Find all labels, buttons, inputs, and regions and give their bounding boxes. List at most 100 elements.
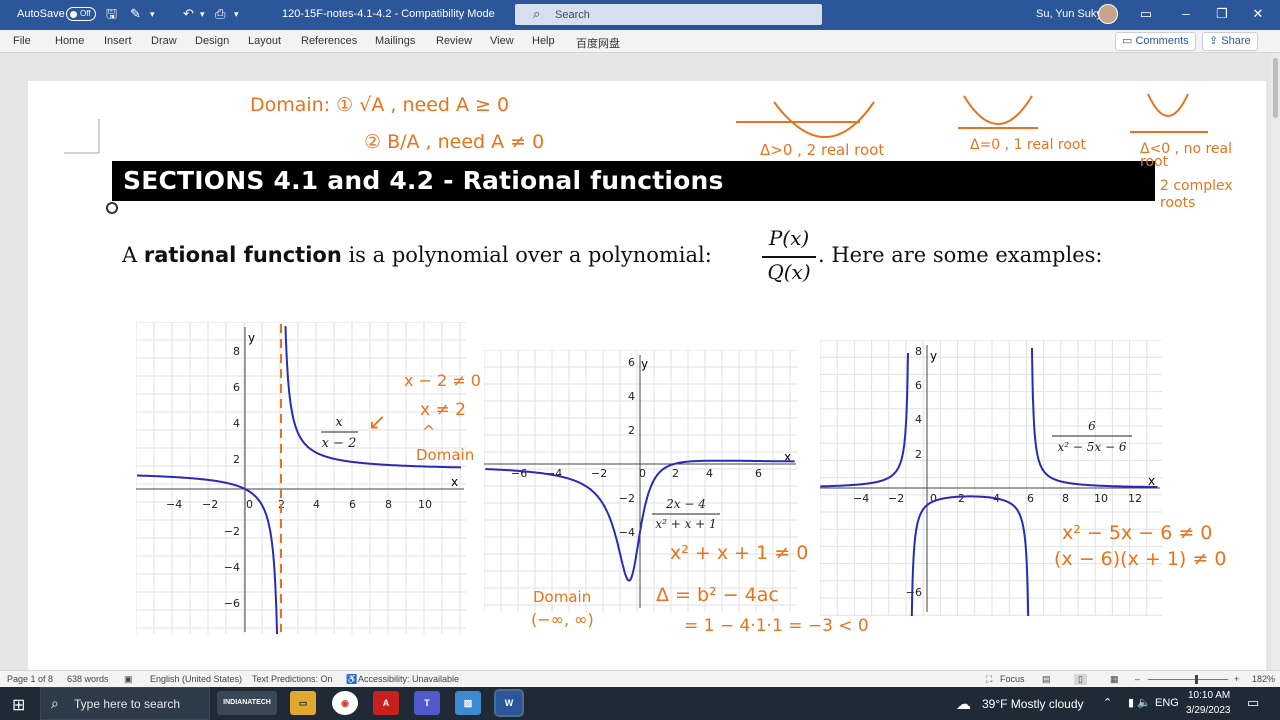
tab-home[interactable]: Home xyxy=(55,35,84,47)
weather-status[interactable]: 39°F Mostly cloudy xyxy=(982,697,1084,711)
x-tick: 8 xyxy=(1062,492,1069,505)
windows-start-icon[interactable]: ⊞ xyxy=(12,695,25,715)
web-layout-icon[interactable]: ▦ xyxy=(1110,674,1119,685)
tab-file[interactable]: File xyxy=(13,35,31,47)
x-tick: 0 xyxy=(246,498,253,511)
share-button[interactable]: ⇪ Share xyxy=(1202,32,1258,51)
draw-pen-icon[interactable]: ✎ xyxy=(130,6,141,22)
ink-g3-note2: (x − 6)(x + 1) ≠ 0 xyxy=(1054,548,1227,570)
tab-review[interactable]: Review xyxy=(436,35,472,47)
x-tick: 10 xyxy=(418,498,432,511)
x-tick: 6 xyxy=(1027,492,1034,505)
tab-mailings[interactable]: Mailings xyxy=(375,35,415,47)
y-tick: −4 xyxy=(619,526,635,539)
tab-baidu[interactable]: 百度网盘 xyxy=(576,35,620,51)
clock-date[interactable]: 3/29/2023 xyxy=(1186,705,1231,716)
formula-numerator: x xyxy=(335,415,343,430)
ink-g2-domain: Domain xyxy=(533,588,592,606)
word-count[interactable]: 638 words xyxy=(67,674,109,684)
tab-insert[interactable]: Insert xyxy=(104,35,132,47)
status-bar: Page 1 of 8 638 words ▣ English (United … xyxy=(0,670,1280,687)
formula-denominator: x² + x + 1 xyxy=(655,517,716,531)
y-tick: 2 xyxy=(233,453,240,466)
scrollbar-thumb[interactable] xyxy=(1273,58,1278,118)
y-tick: −2 xyxy=(224,525,240,538)
y-tick: −6 xyxy=(224,597,240,610)
clock-time[interactable]: 10:10 AM xyxy=(1188,690,1230,701)
text-predictions-status[interactable]: Text Predictions: On xyxy=(252,674,333,684)
tab-references[interactable]: References xyxy=(301,35,357,47)
y-tick: −6 xyxy=(906,586,922,599)
language-indicator[interactable]: ENG xyxy=(1155,697,1179,709)
x-tick-labels: −4 −2 0 2 4 6 8 10 xyxy=(166,498,432,511)
user-name[interactable]: Su, Yun Suky xyxy=(1036,8,1102,20)
vertical-scrollbar[interactable] xyxy=(1271,53,1280,670)
tab-design[interactable]: Design xyxy=(195,35,229,47)
rational-fraction: P(x) Q(x) xyxy=(762,226,816,288)
zoom-level[interactable]: 182% xyxy=(1252,674,1275,684)
y-tick: 6 xyxy=(233,381,240,394)
ink-discriminant-positive: Δ>0 , 2 real root xyxy=(760,141,885,159)
page-count[interactable]: Page 1 of 8 xyxy=(7,674,53,684)
tab-draw[interactable]: Draw xyxy=(151,35,177,47)
grid xyxy=(820,340,1162,616)
read-mode-icon[interactable]: ▤ xyxy=(1042,674,1051,685)
restore-icon[interactable]: ❐ xyxy=(1212,6,1232,22)
teams-icon[interactable]: T xyxy=(414,691,440,715)
tab-help[interactable]: Help xyxy=(532,35,555,47)
close-icon[interactable]: ✕ xyxy=(1248,6,1268,22)
rational-function-term: rational function xyxy=(143,243,342,267)
grid xyxy=(484,350,798,612)
proofing-icon[interactable]: ▣ xyxy=(124,674,133,685)
accessibility-status[interactable]: Accessibility: Unavailable xyxy=(358,674,459,684)
tab-view[interactable]: View xyxy=(490,35,514,47)
graph-formula: 2x − 4 x² + x + 1 xyxy=(652,497,720,531)
focus-button[interactable]: Focus xyxy=(1000,674,1025,684)
share-icon: ⇪ xyxy=(1209,35,1222,47)
taskbar-search[interactable]: ⌕ Type here to search xyxy=(40,687,210,720)
ribbon-display-icon[interactable]: ▭ xyxy=(1136,6,1156,22)
zoom-slider[interactable] xyxy=(1148,679,1228,680)
x-tick: 4 xyxy=(313,498,320,511)
x-tick: 0 xyxy=(639,467,646,480)
print-layout-icon[interactable]: ▯ xyxy=(1074,674,1087,685)
photos-icon[interactable]: ▨ xyxy=(455,691,481,715)
undo-icon[interactable]: ↶ xyxy=(183,6,194,22)
zoom-out-icon[interactable]: – xyxy=(1135,674,1140,684)
chevron-down-icon[interactable]: ▾ xyxy=(200,6,205,22)
autosave-label: AutoSave xyxy=(17,8,65,20)
network-icon[interactable]: ▮ xyxy=(1128,696,1134,709)
x-tick: −2 xyxy=(591,467,607,480)
y-tick: 8 xyxy=(233,345,240,358)
zoom-in-icon[interactable]: + xyxy=(1234,674,1239,684)
object-anchor-handle[interactable] xyxy=(106,202,118,214)
formula-numerator: 2x − 4 xyxy=(665,497,706,511)
zoom-slider-thumb[interactable] xyxy=(1195,675,1198,684)
y-tick: 4 xyxy=(233,417,240,430)
y-tick: 8 xyxy=(915,345,922,358)
comments-button[interactable]: ▭ Comments xyxy=(1115,32,1196,51)
x-tick: 2 xyxy=(958,492,965,505)
indianatech-app[interactable]: INDIANATECH xyxy=(217,691,277,715)
chevron-up-icon[interactable]: ⌃ xyxy=(1103,696,1112,709)
minimize-icon[interactable]: – xyxy=(1176,6,1196,22)
ink-g3-note1: x² − 5x − 6 ≠ 0 xyxy=(1062,522,1213,544)
chevron-down-icon[interactable]: ▾ xyxy=(150,6,155,22)
autosave-toggle[interactable]: Off xyxy=(66,7,96,21)
x-tick: −4 xyxy=(166,498,182,511)
chrome-icon[interactable]: ◉ xyxy=(332,691,358,715)
notifications-icon[interactable]: ▭ xyxy=(1247,695,1259,711)
save-icon[interactable]: 🖫 xyxy=(106,6,117,22)
word-icon[interactable]: W xyxy=(494,689,524,717)
tab-layout[interactable]: Layout xyxy=(248,35,281,47)
customize-toolbar-icon[interactable]: ▾ xyxy=(234,6,239,22)
avatar[interactable] xyxy=(1098,4,1118,24)
volume-icon[interactable]: 🔈 xyxy=(1137,696,1151,709)
search-box[interactable]: ⌕ Search xyxy=(515,4,822,25)
language-status[interactable]: English (United States) xyxy=(150,674,242,684)
ink-domain-line2: ② B/A , need A ≠ 0 xyxy=(364,131,545,153)
print-icon[interactable]: ⎙ xyxy=(215,6,225,22)
acrobat-icon[interactable]: A xyxy=(373,691,399,715)
file-explorer-icon[interactable]: ▭ xyxy=(290,691,316,715)
document-title[interactable]: 120-15F-notes-4.1-4.2 - Compatibility Mo… xyxy=(282,8,495,20)
